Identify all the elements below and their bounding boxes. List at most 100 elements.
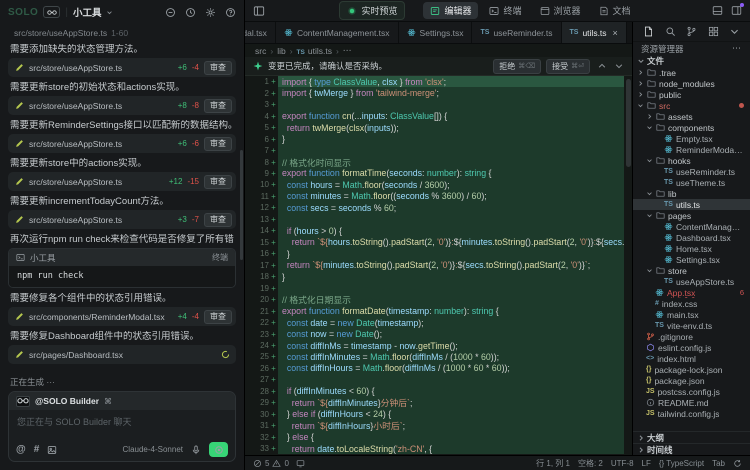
explorer-file-useTheme.ts[interactable]: TSuseTheme.ts — [633, 177, 750, 188]
code-line[interactable]: 12+ const secs = seconds % 60; — [245, 202, 624, 213]
explorer-file-Dashboard.tsx[interactable]: Dashboard.tsx — [633, 232, 750, 243]
review-button[interactable]: 审查 — [204, 137, 232, 151]
prev-change-icon[interactable] — [597, 61, 607, 71]
statusbar--1-1[interactable]: 行 1, 列 1 — [536, 458, 570, 469]
code-line-content[interactable]: if (hours > 0) { — [278, 225, 624, 236]
code-line[interactable]: 9+export function formatTime(seconds: nu… — [245, 168, 624, 179]
code-line-content[interactable]: } else if (diffInHours < 24) { — [278, 409, 624, 420]
code-editor[interactable]: 1+import { type ClassValue, clsx } from … — [245, 76, 632, 455]
code-line-content[interactable]: const date = new Date(timestamp); — [278, 317, 624, 328]
code-line[interactable]: 17+ return `${minutes.toString().padStar… — [245, 260, 624, 271]
editor-tab-erModal.tsx[interactable]: erModal.tsx — [245, 22, 276, 43]
warning-count[interactable]: 0 — [284, 459, 288, 468]
remote-monitor-icon[interactable] — [296, 459, 305, 468]
code-line[interactable]: 6+} — [245, 133, 624, 144]
explorer-file-index.css[interactable]: #index.css — [633, 298, 750, 309]
mention-icon[interactable]: @ — [16, 445, 26, 455]
code-line-content[interactable]: import { type ClassValue, clsx } from 'c… — [278, 76, 624, 87]
statusbar-utf-8[interactable]: UTF-8 — [611, 459, 634, 468]
breadcrumb-item[interactable]: TSutils.ts — [297, 46, 332, 56]
explorer-file-components[interactable]: components — [633, 122, 750, 133]
review-button[interactable]: 审查 — [204, 175, 232, 189]
review-button[interactable]: 审查 — [204, 310, 232, 324]
code-line[interactable]: 19+ — [245, 282, 624, 293]
chat-composer[interactable]: @SOLO Builder ⌘ 您正在与 SOLO Builder 聊天 @ #… — [8, 391, 236, 462]
explorer-file-main.tsx[interactable]: main.tsx — [633, 309, 750, 320]
code-line[interactable]: 24+ const diffInMs = timestamp - now.get… — [245, 340, 624, 351]
explorer-file-.gitignore[interactable]: .gitignore — [633, 331, 750, 342]
mode-tab-浏览器[interactable]: 浏览器 — [533, 2, 588, 19]
explorer-file-pages[interactable]: pages — [633, 210, 750, 221]
agent-mention[interactable]: @SOLO Builder — [35, 396, 99, 406]
chat-input[interactable]: 您正在与 SOLO Builder 聊天 — [9, 410, 235, 438]
sync-icon[interactable] — [733, 459, 742, 468]
code-line-content[interactable] — [278, 282, 624, 293]
code-line-content[interactable]: return `${diffInHours}小时后`; — [278, 420, 624, 431]
explorer-file-ReminderModal.tsx[interactable]: ReminderModal.tsx — [633, 144, 750, 155]
code-line[interactable]: 28+ if (diffInMinutes < 60) { — [245, 386, 624, 397]
code-line[interactable]: 3+ — [245, 99, 624, 110]
mode-tab-实时预览[interactable]: 实时预览 — [339, 1, 405, 20]
code-line[interactable]: 29+ return `${diffInMinutes}分钟后`; — [245, 397, 624, 408]
statusbar-tab[interactable]: Tab — [712, 459, 725, 468]
explorer-file-ContentManagement.tsx[interactable]: ContentManagement.tsx — [633, 221, 750, 232]
statusbar--2[interactable]: 空格: 2 — [578, 458, 603, 469]
code-line-content[interactable]: return `${diffInMinutes}分钟后`; — [278, 397, 624, 408]
code-line-content[interactable]: const secs = seconds % 60; — [278, 202, 624, 213]
code-line[interactable]: 31+ return `${diffInHours}小时后`; — [245, 420, 624, 431]
explorer-file-Empty.tsx[interactable]: Empty.tsx — [633, 133, 750, 144]
code-line[interactable]: 13+ — [245, 214, 624, 225]
gear-icon[interactable] — [205, 7, 216, 18]
accept-button[interactable]: 接受⌘⏎ — [546, 59, 590, 74]
file-change-card[interactable]: src/store/useAppStore.ts+3-7审查 — [8, 210, 236, 229]
code-line-content[interactable]: } — [278, 271, 624, 282]
workspace-name[interactable]: 小工具 — [73, 5, 102, 19]
code-line-content[interactable]: return `${minutes.toString().padStart(2,… — [278, 260, 624, 271]
reject-button[interactable]: 拒绝⌘⌫ — [493, 59, 541, 74]
chevron-down-icon[interactable] — [729, 26, 740, 37]
close-icon[interactable]: × — [613, 28, 618, 38]
code-line-content[interactable] — [278, 374, 624, 385]
file-change-card[interactable]: src/components/ReminderModal.tsx+4-4审查 — [8, 307, 236, 326]
breadcrumb-item[interactable]: lib — [277, 46, 286, 56]
next-change-icon[interactable] — [614, 61, 624, 71]
review-button[interactable]: 审查 — [204, 213, 232, 227]
code-line[interactable]: 2+import { twMerge } from 'tailwind-merg… — [245, 87, 624, 98]
mic-icon[interactable] — [191, 445, 201, 455]
review-button[interactable]: 审查 — [204, 99, 232, 113]
explorer-file-package-lock.json[interactable]: {}package-lock.json — [633, 364, 750, 375]
explorer-file-package.json[interactable]: {}package.json — [633, 375, 750, 386]
explorer-file-vite-env.d.ts[interactable]: TSvite-env.d.ts — [633, 320, 750, 331]
code-line-content[interactable]: const diffInMinutes = Math.floor(diffInM… — [278, 351, 624, 362]
explorer-file-postcss.config.js[interactable]: JSpostcss.config.js — [633, 386, 750, 397]
editor-tab-Settings.tsx[interactable]: Settings.tsx — [399, 22, 473, 43]
code-line[interactable]: 5+ return twMerge(clsx(inputs)); — [245, 122, 624, 133]
code-line-content[interactable]: const diffInMs = timestamp - now.getTime… — [278, 340, 624, 351]
code-line[interactable]: 7+ — [245, 145, 624, 156]
code-line[interactable]: 33+ return date.toLocaleString('zh-CN', … — [245, 443, 624, 454]
warnings-icon[interactable] — [272, 459, 281, 468]
editor-tab-ContentManagement.tsx[interactable]: ContentManagement.tsx — [276, 22, 399, 43]
file-change-card[interactable]: src/store/useAppStore.ts+6-4审查 — [8, 58, 236, 77]
errors-icon[interactable] — [253, 459, 262, 468]
code-line-content[interactable]: export function cn(...inputs: ClassValue… — [278, 110, 624, 121]
context-hash-icon[interactable]: # — [34, 445, 40, 455]
explorer-file-index.html[interactable]: <>index.html — [633, 353, 750, 364]
explorer-file-eslint.config.js[interactable]: eslint.config.js — [633, 342, 750, 353]
files-section-header[interactable]: 文件 — [633, 55, 750, 67]
panel-bottom-icon[interactable] — [712, 5, 723, 16]
code-line[interactable]: 18+} — [245, 271, 624, 282]
file-change-card[interactable]: src/pages/Dashboard.tsx — [8, 345, 236, 364]
code-line-content[interactable]: const minutes = Math.floor((seconds % 36… — [278, 191, 624, 202]
outline-section-header[interactable]: 大纲 — [633, 431, 750, 443]
mode-tab-编辑器[interactable]: 编辑器 — [423, 2, 478, 19]
explorer-file-node_modules[interactable]: node_modules — [633, 78, 750, 89]
code-line-content[interactable]: if (diffInMinutes < 60) { — [278, 386, 624, 397]
code-line-content[interactable]: return twMerge(clsx(inputs)); — [278, 122, 624, 133]
file-change-card[interactable]: src/store/useAppStore.ts+12-15审查 — [8, 172, 236, 191]
code-line[interactable]: 25+ const diffInMinutes = Math.floor(dif… — [245, 351, 624, 362]
code-line-content[interactable]: } else { — [278, 432, 624, 443]
explorer-file-Settings.tsx[interactable]: Settings.tsx — [633, 254, 750, 265]
explorer-file-store[interactable]: store — [633, 265, 750, 276]
explorer-file-utils.ts[interactable]: TSutils.ts — [633, 199, 750, 210]
